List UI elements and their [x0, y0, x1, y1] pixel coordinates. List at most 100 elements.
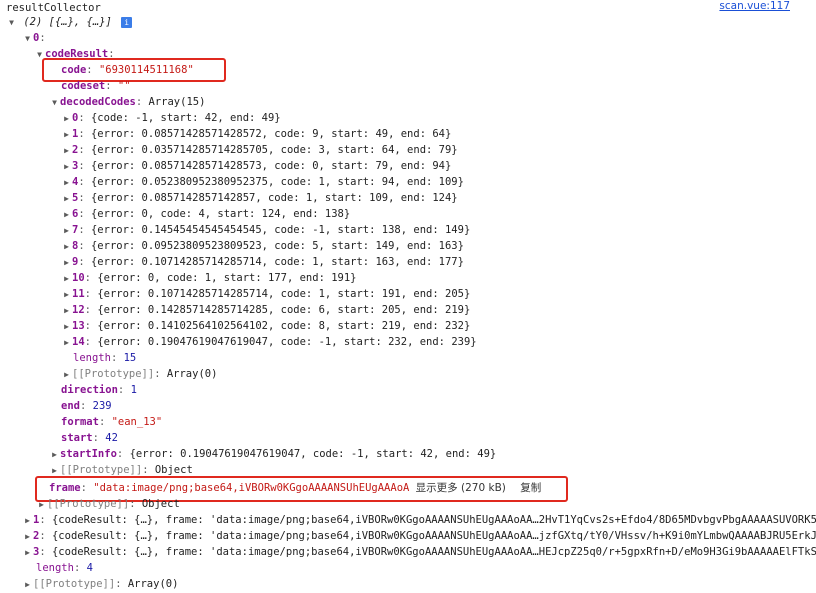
startInfo-row[interactable]: ▶ startInfo: {error: 0.19047619047619047,…	[49, 446, 496, 462]
expanded-triangle-icon[interactable]: ▼	[49, 95, 60, 111]
collapsed-triangle-icon[interactable]: ▶	[49, 447, 60, 463]
item-0-row[interactable]: ▼ 0:	[22, 30, 46, 46]
expanded-triangle-icon[interactable]: ▼	[6, 15, 17, 31]
decodedCodes-prototype-row[interactable]: ▶ [[Prototype]]: Array(0)	[61, 366, 217, 382]
decoded-code-row[interactable]: ▶ 5: {error: 0.0857142857142857, code: 1,…	[61, 190, 458, 206]
item-0-prototype-row[interactable]: ▶ [[Prototype]]: Object	[36, 496, 180, 512]
decoded-code-index: 12	[72, 304, 85, 316]
prototype-key: [[Prototype]]	[72, 368, 155, 380]
collapsed-triangle-icon[interactable]: ▶	[22, 545, 33, 561]
decoded-code-row[interactable]: ▶ 3: {error: 0.08571428571428573, code: 0…	[61, 158, 451, 174]
array-item-row[interactable]: ▶ 3: {codeResult: {…}, frame: 'data:image…	[22, 544, 816, 560]
array-item-row[interactable]: ▶ 1: {codeResult: {…}, frame: 'data:image…	[22, 512, 816, 528]
decoded-code-row[interactable]: ▶ 1: {error: 0.08571428571428572, code: 9…	[61, 126, 451, 142]
length-value: 15	[123, 352, 137, 364]
collapsed-triangle-icon[interactable]: ▶	[61, 223, 72, 239]
decoded-code-preview: {error: 0.0857142857142857, code: 1, sta…	[90, 192, 458, 204]
collapsed-triangle-icon[interactable]: ▶	[61, 271, 72, 287]
array-item-row[interactable]: ▶ 2: {codeResult: {…}, frame: 'data:image…	[22, 528, 816, 544]
prototype-key: [[Prototype]]	[47, 498, 130, 510]
decoded-code-index: 10	[72, 272, 85, 284]
array-summary-row[interactable]: ▼ (2) [{…}, {…}] i	[6, 14, 133, 31]
collapsed-triangle-icon[interactable]: ▶	[61, 207, 72, 223]
decoded-code-index: 11	[72, 288, 85, 300]
direction-value: 1	[130, 384, 137, 396]
end-row: end: 239	[61, 400, 112, 412]
copy-button[interactable]: 复制	[520, 482, 541, 494]
collapsed-triangle-icon[interactable]: ▶	[61, 367, 72, 383]
collapsed-triangle-icon[interactable]: ▶	[61, 335, 72, 351]
source-link[interactable]: scan.vue:117	[719, 0, 790, 12]
start-key: start	[61, 432, 93, 444]
decodedCodes-row[interactable]: ▼ decodedCodes: Array(15)	[49, 94, 205, 110]
startInfo-value: {error: 0.19047619047619047, code: -1, s…	[129, 448, 497, 460]
decoded-code-row[interactable]: ▶ 2: {error: 0.035714285714285705, code: …	[61, 142, 458, 158]
end-value: 239	[92, 400, 112, 412]
collapsed-triangle-icon[interactable]: ▶	[61, 239, 72, 255]
frame-key: frame	[49, 482, 81, 494]
array-preview: [{…}, {…}]	[48, 16, 112, 28]
decoded-code-preview: {error: 0.14285714285714285, code: 6, st…	[97, 304, 471, 316]
decoded-code-row[interactable]: ▶ 8: {error: 0.09523809523809523, code: 5…	[61, 238, 464, 254]
codeset-value: ""	[117, 80, 131, 92]
collapsed-triangle-icon[interactable]: ▶	[61, 143, 72, 159]
prototype-value: Array(0)	[166, 368, 218, 380]
decoded-code-row[interactable]: ▶ 12: {error: 0.14285714285714285, code: …	[61, 302, 470, 318]
array-item-preview: {codeResult: {…}, frame: 'data:image/png…	[51, 530, 816, 542]
decoded-code-row[interactable]: ▶ 11: {error: 0.10714285714285714, code: …	[61, 286, 470, 302]
decoded-code-preview: {error: 0.052380952380952375, code: 1, s…	[90, 176, 464, 188]
collapsed-triangle-icon[interactable]: ▶	[61, 287, 72, 303]
decoded-code-row[interactable]: ▶ 9: {error: 0.10714285714285714, code: 1…	[61, 254, 464, 270]
format-value: "ean_13"	[111, 416, 163, 428]
collapsed-triangle-icon[interactable]: ▶	[61, 159, 72, 175]
collapsed-triangle-icon[interactable]: ▶	[61, 191, 72, 207]
code-value: "6930114511168"	[98, 64, 194, 76]
array-prototype-row[interactable]: ▶ [[Prototype]]: Array(0)	[22, 576, 178, 592]
expanded-triangle-icon[interactable]: ▼	[22, 31, 33, 47]
startInfo-key: startInfo	[60, 448, 117, 460]
decoded-code-preview: {error: 0, code: 4, start: 124, end: 138…	[90, 208, 351, 220]
collapsed-triangle-icon[interactable]: ▶	[61, 111, 72, 127]
collapsed-triangle-icon[interactable]: ▶	[22, 529, 33, 545]
decoded-code-row[interactable]: ▶ 7: {error: 0.14545454545454545, code: -…	[61, 222, 470, 238]
collapsed-triangle-icon[interactable]: ▶	[22, 577, 33, 593]
array-item-preview: {codeResult: {…}, frame: 'data:image/png…	[51, 546, 816, 558]
prototype-value: Object	[141, 498, 180, 510]
collapsed-triangle-icon[interactable]: ▶	[61, 303, 72, 319]
decoded-code-row[interactable]: ▶ 4: {error: 0.052380952380952375, code: …	[61, 174, 464, 190]
collapsed-triangle-icon[interactable]: ▶	[61, 127, 72, 143]
start-row: start: 42	[61, 432, 118, 444]
decoded-code-index: 14	[72, 336, 85, 348]
decoded-code-preview: {error: 0.10714285714285714, code: 1, st…	[97, 288, 471, 300]
collapsed-triangle-icon[interactable]: ▶	[36, 497, 47, 513]
array-item-preview: {codeResult: {…}, frame: 'data:image/png…	[51, 514, 816, 526]
collapsed-triangle-icon[interactable]: ▶	[61, 255, 72, 271]
decoded-code-preview: {error: 0.09523809523809523, code: 5, st…	[90, 240, 464, 252]
collapsed-triangle-icon[interactable]: ▶	[61, 319, 72, 335]
decoded-code-row[interactable]: ▶ 6: {error: 0, code: 4, start: 124, end:…	[61, 206, 350, 222]
decodedCodes-length-row: length: 15	[73, 352, 137, 364]
code-row[interactable]: code: "6930114511168"	[61, 62, 194, 78]
decoded-code-row[interactable]: ▶ 13: {error: 0.14102564102564102, code: …	[61, 318, 470, 334]
decoded-code-row[interactable]: ▶ 10: {error: 0, code: 1, start: 177, end…	[61, 270, 356, 287]
prototype-key: [[Prototype]]	[60, 464, 143, 476]
decoded-code-row[interactable]: ▶ 0: {code: -1, start: 42, end: 49}	[61, 110, 281, 126]
code-key: code	[61, 64, 87, 76]
array-count: (2)	[23, 16, 43, 28]
collapsed-triangle-icon[interactable]: ▶	[22, 513, 33, 529]
end-key: end	[61, 400, 80, 412]
prototype-value: Object	[154, 464, 193, 476]
frame-value: "data:image/png;base64,iVBORw0KGgoAAAANS…	[93, 482, 410, 494]
decodedCodes-type: Array(15)	[148, 96, 206, 108]
collapsed-triangle-icon[interactable]: ▶	[61, 175, 72, 191]
decoded-code-preview: {error: 0.14545454545454545, code: -1, s…	[90, 224, 471, 236]
decoded-code-preview: {error: 0.14102564102564102, code: 8, st…	[97, 320, 471, 332]
length-value: 4	[86, 562, 93, 574]
frame-row[interactable]: frame: "data:image/png;base64,iVBORw0KGg…	[49, 480, 541, 496]
show-more-button[interactable]: 显示更多 (270 kB)	[416, 482, 506, 494]
info-icon: i	[121, 16, 133, 28]
decoded-code-row[interactable]: ▶ 14: {error: 0.19047619047619047, code: …	[61, 334, 477, 350]
start-value: 42	[105, 432, 118, 444]
codeset-row[interactable]: codeset: ""	[61, 78, 131, 94]
array-length-row: length: 4	[36, 562, 93, 574]
